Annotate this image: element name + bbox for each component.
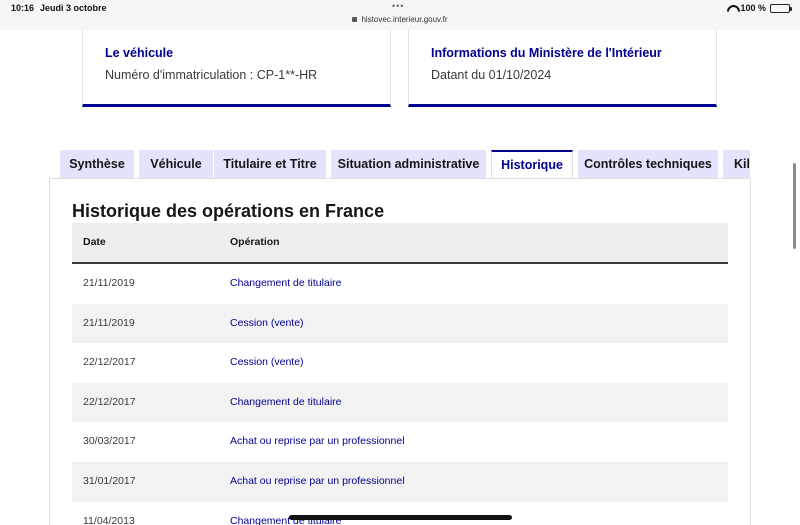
lock-icon [352, 17, 358, 22]
battery-percent: 100 % [740, 3, 766, 13]
row-date: 30/03/2017 [83, 435, 136, 448]
ministry-card: Informations du Ministère de l'Intérieur… [408, 30, 717, 107]
tab-kilometrage[interactable]: Kilométrage [723, 150, 750, 179]
row-date: 22/12/2017 [83, 356, 136, 369]
battery-icon [770, 3, 792, 13]
vehicle-card-title: Le véhicule [105, 46, 174, 60]
row-operation: Changement de titulaire [230, 277, 342, 289]
tab-synthese[interactable]: Synthèse [60, 150, 134, 179]
row-date: 21/11/2019 [83, 277, 135, 289]
table-row: 31/01/2017 Achat ou reprise par un profe… [72, 461, 728, 502]
registration-number: Numéro d'immatriculation : CP-1**-HR [105, 68, 318, 82]
table-row: 22/12/2017 Cession (vente) [72, 343, 728, 383]
status-date: Jeudi 3 octobre [40, 3, 107, 13]
vehicle-card: Le véhicule Numéro d'immatriculation : C… [82, 30, 391, 107]
url-bar[interactable]: histovec.interieur.gouv.fr [0, 15, 800, 24]
more-icon[interactable]: ••• [392, 1, 404, 11]
tab-controles-techniques[interactable]: Contrôles techniques [578, 150, 718, 179]
history-table: Date Opération 21/11/2019 Changement de … [72, 223, 728, 525]
row-date: 31/01/2017 [83, 474, 136, 487]
tab-list: Synthèse Véhicule Titulaire et Titre Sit… [60, 150, 750, 179]
status-indicators: 100 % [727, 3, 792, 13]
row-operation: Cession (vente) [230, 356, 304, 369]
table-row: 30/03/2017 Achat ou reprise par un profe… [72, 422, 728, 462]
ministry-card-title: Informations du Ministère de l'Intérieur [431, 46, 662, 60]
column-header-date: Date [83, 236, 106, 248]
row-operation: Cession (vente) [230, 316, 304, 329]
row-date: 21/11/2019 [83, 316, 135, 329]
url-text: histovec.interieur.gouv.fr [361, 15, 448, 24]
status-time: 10:16 [11, 3, 35, 13]
table-row: 21/11/2019 Changement de titulaire [72, 264, 728, 304]
home-indicator[interactable] [289, 515, 512, 520]
tab-titulaire[interactable]: Titulaire et Titre [214, 150, 326, 179]
data-date: Datant du 01/10/2024 [431, 68, 552, 82]
status-bar: 10:16 Jeudi 3 octobre ••• histovec.inter… [0, 0, 800, 30]
table-row: 22/12/2017 Changement de titulaire [72, 382, 728, 423]
table-row: 11/04/2013 Changement de titulaire [72, 501, 728, 525]
scroll-indicator[interactable] [793, 163, 796, 249]
row-date: 22/12/2017 [83, 395, 136, 408]
row-operation: Changement de titulaire [230, 395, 342, 408]
wifi-icon [727, 5, 736, 12]
row-operation: Achat ou reprise par un professionnel [230, 435, 405, 448]
tab-situation-administrative[interactable]: Situation administrative [331, 150, 486, 179]
table-row: 21/11/2019 Cession (vente) [72, 303, 728, 344]
tab-historique[interactable]: Historique [491, 150, 573, 179]
section-title: Historique des opérations en France [72, 201, 385, 221]
row-date: 11/04/2013 [83, 514, 135, 525]
column-header-operation: Opération [230, 236, 280, 248]
row-operation: Achat ou reprise par un professionnel [230, 474, 405, 487]
tab-vehicule[interactable]: Véhicule [139, 150, 213, 179]
table-header: Date Opération [72, 223, 728, 264]
